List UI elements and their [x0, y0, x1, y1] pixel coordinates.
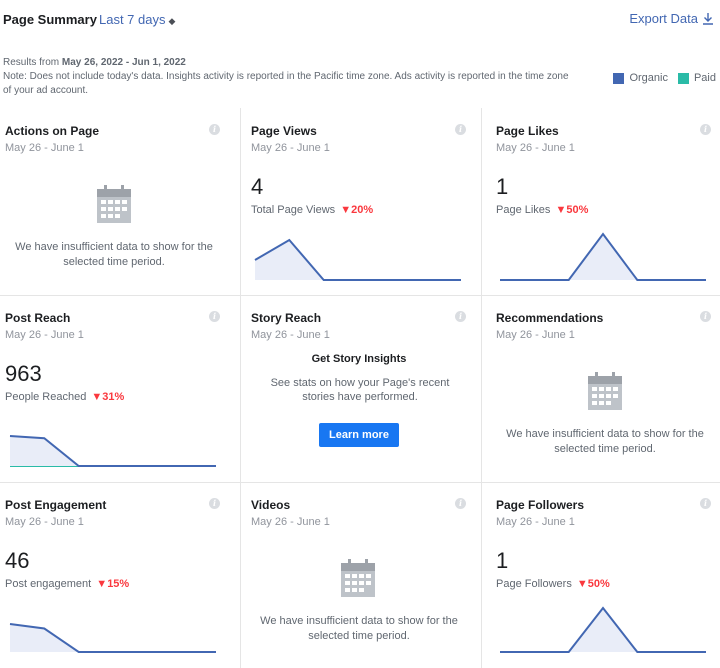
- metric-label: Total Page Views ▼20%: [251, 204, 373, 216]
- page-likes-sparkline: [500, 232, 706, 281]
- divider: [240, 108, 241, 668]
- info-icon[interactable]: i: [209, 311, 220, 322]
- info-icon[interactable]: i: [455, 311, 466, 322]
- change-value: 31%: [102, 391, 125, 403]
- card-title: Page Likes: [496, 124, 559, 138]
- card-actions-on-page[interactable]: Actions on Page May 26 - June 1 i We hav…: [0, 108, 240, 295]
- card-title: Actions on Page: [5, 124, 100, 138]
- results-dates: May 26, 2022 - Jun 1, 2022: [61, 57, 186, 68]
- metric-label: Page Followers ▼50%: [496, 578, 610, 590]
- page-followers-sparkline: [500, 606, 706, 653]
- change-value: 15%: [107, 578, 130, 590]
- legend-organic: Organic: [613, 72, 668, 84]
- legend-paid: Paid: [677, 72, 716, 84]
- card-date: May 26 - June 1: [5, 516, 84, 528]
- metric-label-text: Page Followers: [496, 578, 572, 590]
- organic-swatch: [613, 72, 625, 84]
- card-date: May 26 - June 1: [251, 329, 330, 341]
- metric-value: 1: [496, 174, 509, 199]
- card-title: Page Followers: [496, 498, 585, 512]
- info-icon[interactable]: i: [700, 124, 711, 135]
- card-videos[interactable]: Videos May 26 - June 1 i We have insuffi…: [246, 482, 486, 668]
- info-icon[interactable]: i: [455, 498, 466, 509]
- info-icon[interactable]: i: [209, 124, 220, 135]
- metric-value: 963: [5, 361, 42, 386]
- card-date: May 26 - June 1: [496, 329, 575, 341]
- metric-value: 1: [496, 548, 509, 573]
- info-icon[interactable]: i: [700, 498, 711, 509]
- card-title: Story Reach: [251, 311, 322, 325]
- change-value: 50%: [566, 204, 589, 216]
- results-range: Results from May 26, 2022 - Jun 1, 2022: [3, 56, 186, 70]
- change-down: ▼50%: [555, 204, 589, 216]
- card-date: May 26 - June 1: [5, 329, 84, 341]
- info-icon[interactable]: i: [700, 311, 711, 322]
- card-title: Post Engagement: [5, 498, 107, 512]
- metric-label-text: Page Likes: [496, 204, 551, 216]
- export-label: Export Data: [629, 11, 698, 26]
- change-down: ▼15%: [96, 578, 130, 590]
- post-engagement-sparkline: [9, 623, 216, 653]
- metric-label-text: People Reached: [5, 391, 87, 403]
- metric-label: Post engagement ▼15%: [5, 578, 129, 590]
- note-text: Note: Does not include today's data. Ins…: [3, 71, 569, 96]
- card-date: May 26 - June 1: [251, 516, 330, 528]
- metric-label: People Reached ▼31%: [5, 391, 124, 403]
- info-icon[interactable]: i: [209, 498, 220, 509]
- date-range-label: Last 7 days: [99, 12, 166, 27]
- card-title: Recommendations: [496, 311, 604, 325]
- download-icon: [703, 13, 713, 25]
- change-down: ▼50%: [576, 578, 610, 590]
- change-down: ▼31%: [91, 391, 125, 403]
- story-insights-heading: Get Story Insights: [311, 353, 407, 365]
- page-header: Page Summary Last 7 days ◆ Export Data: [0, 0, 720, 40]
- change-value: 50%: [587, 578, 610, 590]
- card-date: May 26 - June 1: [251, 142, 330, 154]
- card-date: May 26 - June 1: [5, 142, 84, 154]
- metric-label: Page Likes ▼50%: [496, 204, 588, 216]
- card-title: Page Views: [251, 124, 317, 138]
- card-title: Post Reach: [5, 311, 71, 325]
- card-date: May 26 - June 1: [496, 516, 575, 528]
- change-value: 20%: [351, 204, 374, 216]
- export-data-button[interactable]: Export Data: [629, 11, 714, 26]
- legend: Organic Paid: [613, 72, 716, 84]
- organic-area: [500, 234, 706, 280]
- card-title: Videos: [251, 498, 291, 512]
- date-range-dropdown[interactable]: Last 7 days ◆: [99, 12, 175, 27]
- caret-down-icon: ◆: [168, 16, 176, 26]
- results-prefix: Results from: [3, 57, 60, 68]
- insufficient-data-message: We have insufficient data to show for th…: [260, 615, 458, 642]
- card-date: May 26 - June 1: [496, 142, 575, 154]
- story-insights-description: See stats on how your Page's recent stor…: [270, 377, 450, 403]
- calendar-icon: [97, 185, 131, 223]
- page-views-sparkline: [254, 238, 461, 281]
- page-title: Page Summary: [3, 12, 97, 27]
- insufficient-data-message: We have insufficient data to show for th…: [15, 241, 213, 268]
- card-recommendations[interactable]: Recommendations May 26 - June 1 i We hav…: [491, 295, 720, 482]
- info-icon[interactable]: i: [455, 124, 466, 135]
- organic-area: [255, 240, 461, 280]
- paid-swatch: [677, 72, 689, 84]
- metric-label-text: Post engagement: [5, 578, 92, 590]
- legend-paid-label: Paid: [693, 72, 716, 84]
- learn-more-button[interactable]: Learn more: [319, 423, 399, 447]
- organic-area: [500, 608, 706, 652]
- legend-organic-label: Organic: [629, 72, 668, 84]
- insufficient-data-message: We have insufficient data to show for th…: [506, 428, 704, 455]
- calendar-icon: [588, 372, 622, 410]
- post-reach-sparkline: [9, 435, 216, 467]
- metric-value: 4: [251, 174, 264, 199]
- organic-area: [10, 436, 216, 466]
- metric-value: 46: [5, 548, 30, 573]
- metric-label-text: Total Page Views: [251, 204, 336, 216]
- calendar-icon: [341, 559, 375, 597]
- change-down: ▼20%: [340, 204, 374, 216]
